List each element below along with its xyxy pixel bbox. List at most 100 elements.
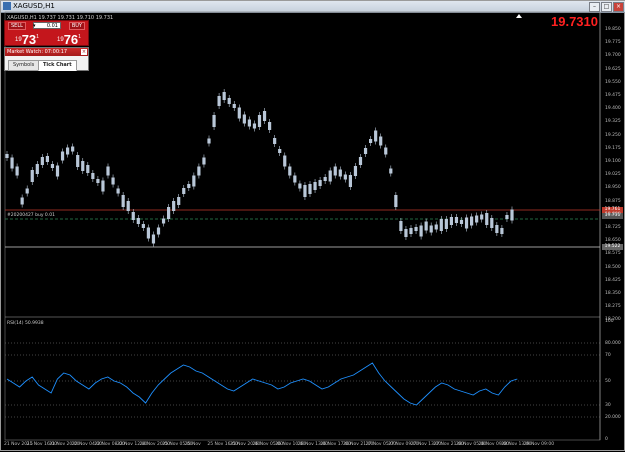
candle-body <box>273 138 277 144</box>
candle-body <box>374 130 378 142</box>
candle-body <box>45 156 49 162</box>
candle-body <box>151 234 156 244</box>
price-chart[interactable] <box>1 1 625 452</box>
candle-body <box>86 165 90 173</box>
price-axis-label: 19.025 <box>605 172 621 178</box>
candle-body <box>505 215 509 219</box>
candle-body <box>293 175 297 183</box>
candle-body <box>91 173 95 179</box>
candle-body <box>252 123 257 129</box>
candle-body <box>146 227 150 239</box>
candle-body <box>454 217 459 223</box>
sell-price-big: 73 <box>21 32 37 47</box>
candle-body <box>495 225 499 233</box>
candle-body <box>434 224 438 230</box>
candle-body <box>257 115 262 127</box>
candle-body <box>66 147 70 155</box>
candle-body <box>40 157 44 165</box>
candle-body <box>358 157 363 165</box>
candle-body <box>384 147 388 155</box>
price-axis-label: 19.250 <box>605 132 621 138</box>
one-click-trading-panel: SELL 0.01 ▾ BUY 19731 19761 <box>4 20 89 47</box>
candle-body <box>288 166 292 176</box>
price-axis-label: 19.550 <box>605 79 621 85</box>
candle-body <box>167 207 171 219</box>
buy-price-prefix: 19 <box>57 37 64 43</box>
candle-body <box>222 92 226 100</box>
candle-body <box>247 119 251 127</box>
order-line-label: #20200427 buy 0.01 <box>7 213 55 218</box>
candle-body <box>141 224 145 228</box>
close-icon[interactable]: × <box>81 49 87 55</box>
candle-body <box>15 166 19 176</box>
price-axis-label: 18.650 <box>605 238 621 244</box>
price-axis-label: 19.775 <box>605 40 621 46</box>
market-watch-title: Market Watch: 07:00:17 <box>7 49 68 55</box>
candle-body <box>268 122 272 130</box>
price-axis-label: 19.175 <box>605 145 621 151</box>
buy-price-big: 76 <box>63 32 79 47</box>
candle-body <box>50 164 55 168</box>
tab-tick-chart[interactable]: Tick Chart <box>38 60 77 71</box>
sell-button[interactable]: SELL <box>8 22 26 30</box>
candle-body <box>480 214 484 220</box>
candle-body <box>20 197 24 205</box>
volume-stepper-icon[interactable]: ▾ <box>33 23 36 29</box>
price-axis-label: 18.350 <box>605 291 621 296</box>
candle-body <box>470 216 474 226</box>
candle-body <box>389 168 393 174</box>
candle-body <box>192 175 196 187</box>
rsi-title: RSI(14) 50.9938 <box>7 321 44 326</box>
candle-body <box>71 146 75 152</box>
sell-price-sup: 1 <box>36 34 39 40</box>
price-axis-label: 19.625 <box>605 66 621 72</box>
market-watch-header[interactable]: Market Watch: 07:00:17 × <box>5 48 88 56</box>
candle-body <box>490 218 494 228</box>
candle-body <box>60 151 65 161</box>
candle-body <box>343 174 347 180</box>
candle-body <box>444 219 448 229</box>
candle-body <box>475 215 479 223</box>
candle-body <box>55 165 60 177</box>
price-axis-label: 19.700 <box>605 53 621 59</box>
candle-body <box>278 149 282 153</box>
candle-body <box>25 188 29 194</box>
candle-body <box>5 154 9 158</box>
candle-body <box>217 96 221 106</box>
candle-body <box>116 188 120 194</box>
candle-body <box>308 184 312 194</box>
rsi-axis-label: 30 <box>605 403 611 408</box>
chart-shift-arrow-icon[interactable] <box>516 14 522 18</box>
plot-frame <box>4 11 601 441</box>
candle-body <box>313 182 317 190</box>
volume-input[interactable]: 0.01 <box>33 22 61 29</box>
price-axis-label: 19.100 <box>605 159 621 164</box>
candle-body <box>510 209 514 221</box>
tab-symbols[interactable]: Symbols <box>8 60 40 71</box>
buy-button[interactable]: BUY <box>68 22 85 30</box>
price-axis-label: 19.400 <box>605 106 621 112</box>
candle-body <box>404 229 408 237</box>
sell-price-prefix: 19 <box>15 37 22 43</box>
candle-body <box>96 179 100 183</box>
candle-body <box>318 180 322 186</box>
candle-body <box>409 228 413 234</box>
candle-body <box>419 225 423 237</box>
price-axis-label: 19.850 <box>605 27 621 32</box>
candle-body <box>459 220 464 224</box>
rsi-axis-label: 50 <box>605 379 611 384</box>
candle-body <box>177 197 181 205</box>
candle-body <box>76 155 80 167</box>
candle-body <box>424 221 428 231</box>
candle-body <box>414 227 418 231</box>
candle-body <box>348 175 352 187</box>
candle-body <box>449 217 453 225</box>
candle-body <box>202 157 206 165</box>
candle-body <box>10 157 14 169</box>
candle-body <box>227 98 231 104</box>
price-axis-label: 19.325 <box>605 119 621 125</box>
candle-body <box>485 213 489 225</box>
price-axis-label: 18.725 <box>605 225 621 230</box>
candle-body <box>126 201 130 211</box>
candle-body <box>379 136 383 146</box>
